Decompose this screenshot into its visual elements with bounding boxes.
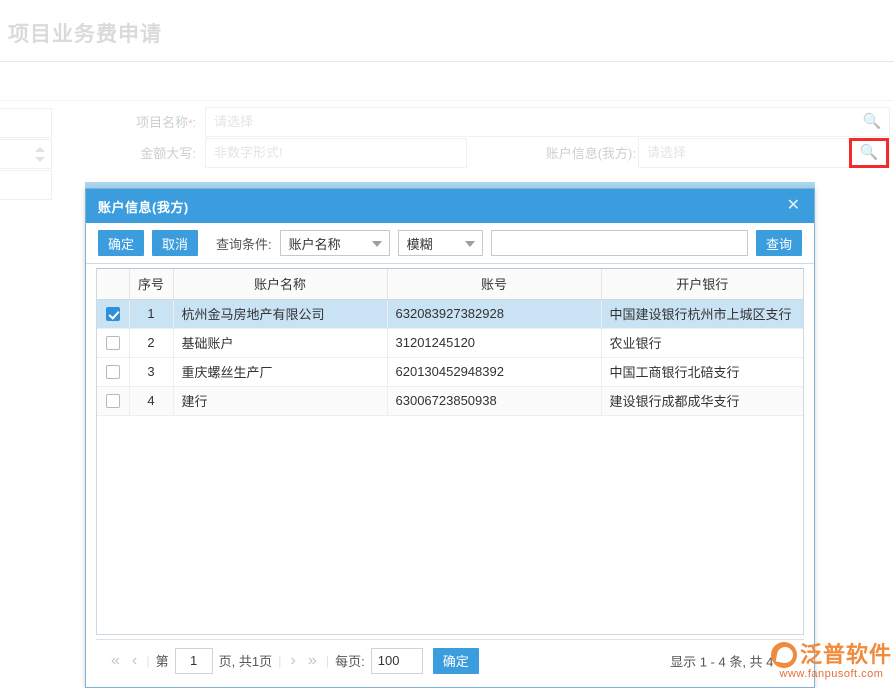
annotation-highlight-box bbox=[849, 138, 889, 168]
table-row[interactable]: 1 杭州金马房地产有限公司 632083927382928 中国建设银行杭州市上… bbox=[97, 299, 803, 328]
row-bank: 中国建设银行杭州市上城区支行 bbox=[601, 299, 803, 328]
row-index: 1 bbox=[129, 299, 173, 328]
row-checkbox[interactable] bbox=[106, 394, 120, 408]
row-checkbox[interactable] bbox=[106, 336, 120, 350]
row-index: 2 bbox=[129, 328, 173, 357]
table-head: 序号 账户名称 账号 开户银行 bbox=[97, 269, 803, 299]
account-info-label: 账户信息(我方): bbox=[540, 143, 636, 162]
per-page-input[interactable] bbox=[371, 648, 423, 674]
row-checkbox-cell[interactable] bbox=[97, 357, 129, 386]
row-index: 3 bbox=[129, 357, 173, 386]
table-row[interactable]: 3 重庆螺丝生产厂 620130452948392 中国工商银行北碚支行 bbox=[97, 357, 803, 386]
amount-words-label: 金额大写: bbox=[110, 143, 196, 162]
screen-root: 项目业务费申请 项目名称*: 请选择 🔍 金额大写: 非数字形式! 账户信息(我… bbox=[0, 0, 894, 688]
row-account-name: 杭州金马房地产有限公司 bbox=[173, 299, 387, 328]
query-field-select-value: 账户名称 bbox=[289, 234, 341, 253]
page-number-input[interactable] bbox=[175, 648, 213, 674]
table-header-row: 序号 账户名称 账号 开户银行 bbox=[97, 269, 803, 299]
prev-page-icon[interactable]: ‹ bbox=[129, 652, 140, 670]
first-page-icon[interactable]: « bbox=[108, 652, 123, 670]
spinner-arrows-icon[interactable] bbox=[33, 144, 47, 164]
row-account-number: 31201245120 bbox=[387, 328, 601, 357]
confirm-button[interactable]: 确定 bbox=[98, 230, 144, 256]
chevron-down-icon bbox=[465, 241, 475, 247]
dialog-body: 确定 取消 查询条件: 账户名称 模糊 查询 bbox=[86, 223, 814, 687]
title-divider bbox=[0, 61, 894, 62]
pager-divider-1: | bbox=[146, 653, 149, 668]
page-title: 项目业务费申请 bbox=[8, 18, 162, 48]
chevron-down-icon bbox=[372, 241, 382, 247]
query-field-select[interactable]: 账户名称 bbox=[280, 230, 390, 256]
th-index: 序号 bbox=[129, 269, 173, 299]
left-field-3[interactable] bbox=[0, 170, 52, 200]
project-name-search-icon[interactable]: 🔍 bbox=[861, 111, 883, 133]
row-account-number: 620130452948392 bbox=[387, 357, 601, 386]
row-checkbox-cell[interactable] bbox=[97, 328, 129, 357]
grid-scroll-area[interactable]: 序号 账户名称 账号 开户银行 1 bbox=[96, 268, 804, 635]
query-keyword-input[interactable] bbox=[491, 230, 748, 256]
row-bank: 农业银行 bbox=[601, 328, 803, 357]
table-row[interactable]: 4 建行 63006723850938 建设银行成都成华支行 bbox=[97, 386, 803, 415]
account-info-dialog: 账户信息(我方) ✕ 确定 取消 查询条件: 账户名称 模糊 查询 bbox=[85, 188, 815, 688]
pager-confirm-button[interactable]: 确定 bbox=[433, 648, 479, 674]
row-account-name: 重庆螺丝生产厂 bbox=[173, 357, 387, 386]
row-account-number: 632083927382928 bbox=[387, 299, 601, 328]
row-bank: 建设银行成都成华支行 bbox=[601, 386, 803, 415]
th-bank: 开户银行 bbox=[601, 269, 803, 299]
table-body: 1 杭州金马房地产有限公司 632083927382928 中国建设银行杭州市上… bbox=[97, 299, 803, 415]
record-count-label: 显示 1 - 4 条, 共 4 条 bbox=[670, 651, 790, 670]
next-page-icon[interactable]: › bbox=[288, 652, 299, 670]
grid-container: 序号 账户名称 账号 开户银行 1 bbox=[86, 264, 814, 635]
amount-words-input[interactable]: 非数字形式! bbox=[205, 138, 467, 168]
cancel-button[interactable]: 取消 bbox=[152, 230, 198, 256]
th-account-number: 账号 bbox=[387, 269, 601, 299]
close-icon[interactable]: ✕ bbox=[783, 196, 804, 216]
query-match-select-value: 模糊 bbox=[407, 234, 433, 253]
table-row[interactable]: 2 基础账户 31201245120 农业银行 bbox=[97, 328, 803, 357]
row-account-name: 建行 bbox=[173, 386, 387, 415]
pager-divider-2: | bbox=[278, 653, 281, 668]
row-account-name: 基础账户 bbox=[173, 328, 387, 357]
page-prefix-label: 第 bbox=[156, 651, 169, 670]
project-name-input[interactable]: 请选择 bbox=[205, 107, 890, 137]
row-checkbox-cell[interactable] bbox=[97, 299, 129, 328]
dialog-header: 账户信息(我方) ✕ bbox=[86, 189, 814, 223]
query-button[interactable]: 查询 bbox=[756, 230, 802, 256]
section-divider bbox=[0, 100, 894, 101]
pagination-bar: « ‹ | 第 页, 共1页 | › » | 每页: 确定 显示 1 - 4 条… bbox=[96, 639, 804, 681]
dialog-toolbar: 确定 取消 查询条件: 账户名称 模糊 查询 bbox=[86, 223, 814, 264]
required-mark: * bbox=[188, 118, 192, 130]
row-bank: 中国工商银行北碚支行 bbox=[601, 357, 803, 386]
th-account-name: 账户名称 bbox=[173, 269, 387, 299]
row-index: 4 bbox=[129, 386, 173, 415]
project-name-label-text: 项目名称 bbox=[136, 115, 188, 130]
row-checkbox[interactable] bbox=[106, 307, 120, 321]
row-account-number: 63006723850938 bbox=[387, 386, 601, 415]
row-checkbox[interactable] bbox=[106, 365, 120, 379]
query-match-select[interactable]: 模糊 bbox=[398, 230, 483, 256]
dialog-title: 账户信息(我方) bbox=[98, 197, 189, 216]
th-select-all[interactable] bbox=[97, 269, 129, 299]
pager-divider-3: | bbox=[326, 653, 329, 668]
query-condition-label: 查询条件: bbox=[216, 234, 272, 253]
project-name-label: 项目名称*: bbox=[100, 112, 196, 131]
row-checkbox-cell[interactable] bbox=[97, 386, 129, 415]
accounts-table: 序号 账户名称 账号 开户银行 1 bbox=[97, 269, 803, 416]
per-page-label: 每页: bbox=[335, 651, 365, 670]
left-field-1[interactable] bbox=[0, 108, 52, 138]
last-page-icon[interactable]: » bbox=[305, 652, 320, 670]
page-suffix-label: 页, 共1页 bbox=[219, 651, 272, 670]
